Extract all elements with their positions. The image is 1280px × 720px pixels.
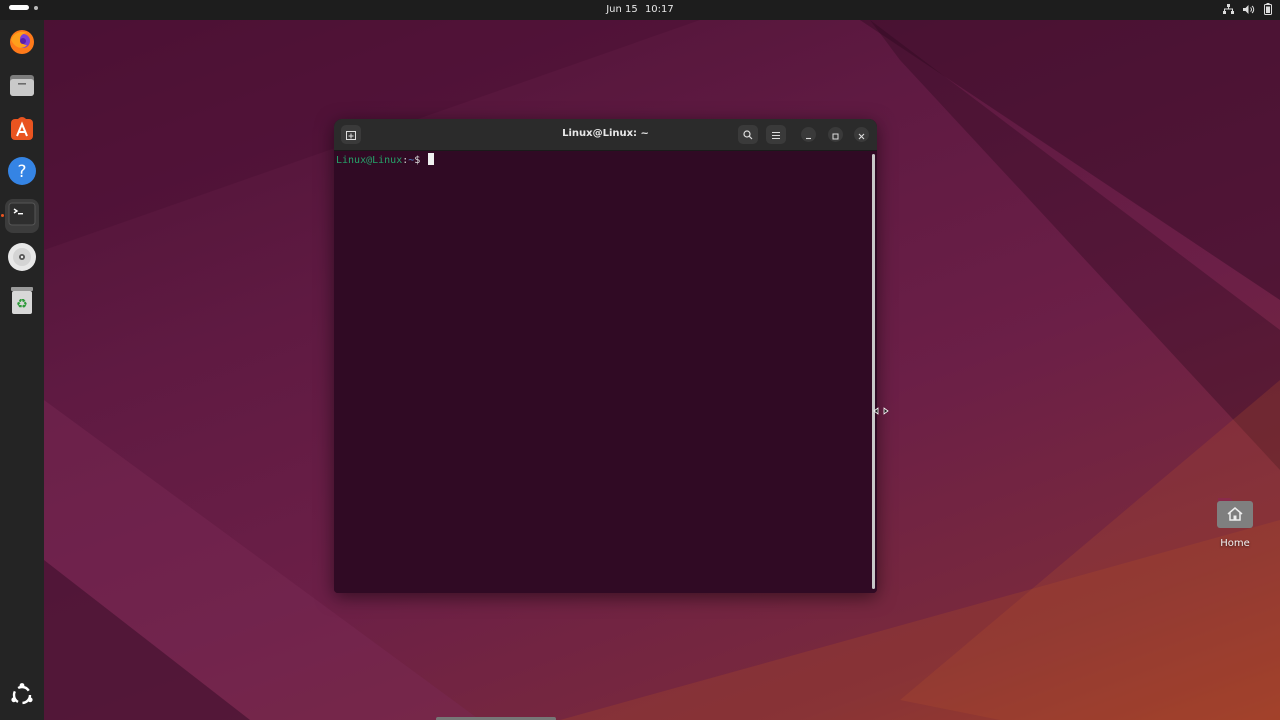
clock-time: 10:17 [644, 4, 674, 15]
svg-text:?: ? [17, 162, 26, 182]
clock-date: Jun 15 [606, 4, 638, 15]
terminal-headerbar[interactable]: Linux@Linux: ~ [334, 119, 877, 151]
minimize-icon [805, 125, 812, 144]
search-button[interactable] [738, 125, 758, 144]
terminal-scrollbar[interactable] [872, 154, 875, 589]
dock-item-firefox[interactable] [5, 27, 39, 61]
volume-icon[interactable] [1243, 4, 1255, 15]
maximize-button[interactable] [828, 127, 843, 142]
help-icon: ? [7, 156, 37, 190]
top-bar: Jun 15 10:17 [0, 0, 1280, 20]
trash-icon: ♻ [9, 285, 35, 319]
dock-item-help[interactable]: ? [5, 156, 39, 190]
desktop-home-folder[interactable]: Home [1209, 494, 1261, 549]
prompt-user: Linux@Linux [336, 155, 403, 166]
svg-text:♻: ♻ [16, 297, 28, 312]
minimize-button[interactable] [801, 127, 816, 142]
terminal-window[interactable]: Linux@Linux: ~ Linux@Linux:~$ [334, 119, 877, 593]
dock-item-app-center[interactable] [5, 113, 39, 147]
network-icon[interactable] [1223, 3, 1234, 15]
search-icon [743, 125, 753, 144]
firefox-icon [8, 28, 36, 60]
close-icon [858, 125, 865, 144]
prompt-symbol: $ [414, 155, 427, 166]
dock-item-disc[interactable] [5, 242, 39, 276]
text-cursor [428, 153, 435, 165]
battery-icon[interactable] [1264, 3, 1272, 15]
dock-item-files[interactable] [5, 70, 39, 104]
files-icon [8, 71, 36, 103]
terminal-icon [8, 201, 36, 231]
system-tray[interactable] [1223, 3, 1272, 15]
menu-button[interactable] [766, 125, 786, 144]
running-indicator [1, 214, 4, 217]
app-center-icon [8, 114, 36, 146]
resize-cursor-icon [873, 401, 889, 420]
maximize-icon [832, 125, 839, 144]
clock[interactable]: Jun 15 10:17 [0, 4, 1280, 15]
ubuntu-logo-icon [9, 682, 35, 712]
hamburger-menu-icon [771, 125, 781, 144]
home-folder-label: Home [1220, 538, 1250, 549]
show-apps-button[interactable] [5, 680, 39, 714]
prompt-line: Linux@Linux:~$ [336, 153, 435, 166]
dock-item-trash[interactable]: ♻ [5, 285, 39, 319]
dock: ? ♻ [0, 20, 44, 720]
close-button[interactable] [854, 127, 869, 142]
home-folder-icon [1216, 498, 1254, 534]
disc-icon [7, 242, 37, 276]
terminal-content[interactable]: Linux@Linux:~$ [334, 151, 877, 593]
window-title: Linux@Linux: ~ [562, 128, 649, 139]
dock-item-terminal[interactable] [5, 199, 39, 233]
